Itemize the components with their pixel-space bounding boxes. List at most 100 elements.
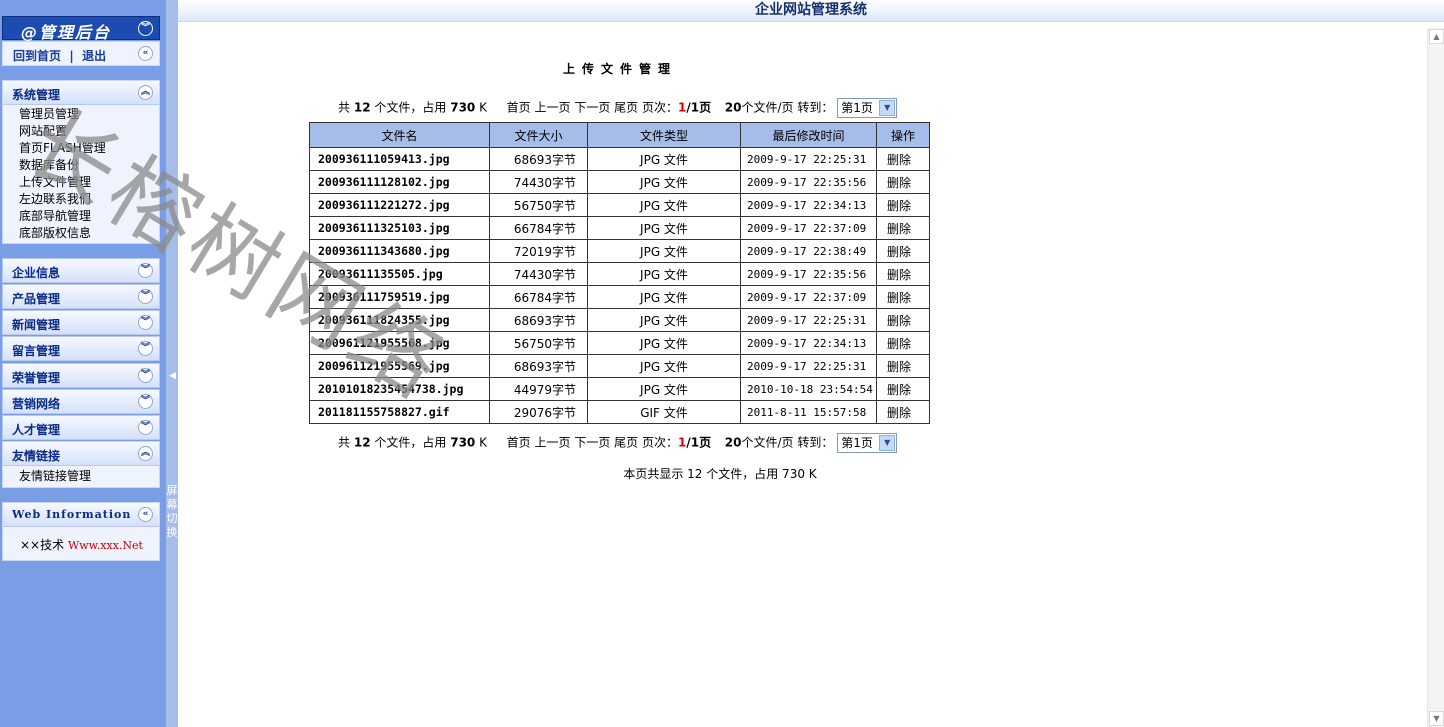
cell-modified: 2011-8-11 15:57:58 bbox=[740, 400, 877, 424]
logout-link[interactable]: 退出 bbox=[82, 49, 106, 63]
sidebar-section-honors[interactable]: 荣誉管理 ︾ bbox=[2, 363, 160, 388]
table-row: 200936111059413.jpg 68693字节 JPG 文件 2009-9-1… bbox=[309, 147, 930, 171]
last-page-link[interactable]: 尾页 bbox=[614, 101, 638, 115]
delete-link[interactable]: 删除 bbox=[876, 239, 930, 263]
first-page-link[interactable]: 首页 bbox=[507, 436, 531, 450]
delete-link[interactable]: 删除 bbox=[876, 308, 930, 332]
screen-switch[interactable]: 屏幕切换 bbox=[166, 484, 178, 540]
delete-link[interactable]: 删除 bbox=[876, 147, 930, 171]
home-link[interactable]: 回到首页 bbox=[13, 49, 61, 63]
sidebar-item-flash[interactable]: 首页FLASH管理 bbox=[3, 140, 159, 157]
section-title: 产品管理 bbox=[12, 292, 61, 306]
double-chevron-left-icon[interactable]: « bbox=[138, 46, 153, 61]
page-title: 上传文件管理 bbox=[562, 62, 677, 76]
brand-title: @管理后台 bbox=[21, 23, 112, 42]
delete-link[interactable]: 删除 bbox=[876, 354, 930, 378]
site-link[interactable]: Www.xxx.Net bbox=[68, 539, 143, 552]
page-summary: 本页共显示 12 个文件，占用 730 K bbox=[623, 467, 817, 481]
cell-filetype: JPG 文件 bbox=[587, 308, 741, 332]
prev-page-link[interactable]: 上一页 bbox=[534, 436, 570, 450]
sidebar-section-talent[interactable]: 人才管理 ︾ bbox=[2, 415, 160, 440]
links-panel-header[interactable]: 友情链接 ︽ bbox=[3, 442, 159, 466]
chevron-down-icon[interactable]: ▼ bbox=[879, 435, 896, 451]
delete-link[interactable]: 删除 bbox=[876, 262, 930, 286]
cell-filename: 200936111221272.jpg bbox=[309, 193, 490, 217]
last-page-link[interactable]: 尾页 bbox=[614, 436, 638, 450]
chevron-down-icon[interactable]: ︾ bbox=[138, 341, 153, 356]
delete-link[interactable]: 删除 bbox=[876, 377, 930, 401]
chevron-down-icon[interactable]: ︾ bbox=[138, 263, 153, 278]
file-count: 12 bbox=[353, 435, 371, 450]
sidebar-item-copyright[interactable]: 底部版权信息 bbox=[3, 225, 159, 242]
sidebar-item-admin[interactable]: 管理员管理 bbox=[3, 106, 159, 123]
sidebar-section-marketing[interactable]: 营销网络 ︾ bbox=[2, 389, 160, 414]
section-title: 新闻管理 bbox=[12, 318, 61, 332]
cell-filesize: 74430字节 bbox=[489, 170, 588, 194]
delete-link[interactable]: 删除 bbox=[876, 193, 930, 217]
page-select[interactable]: 第1页 ▼ bbox=[837, 433, 898, 453]
chevron-down-icon[interactable]: ︾ bbox=[138, 420, 153, 435]
table-row: 200936111128102.jpg 74430字节 JPG 文件 2009-9-1… bbox=[309, 170, 930, 194]
chevron-down-icon[interactable]: ︾ bbox=[138, 289, 153, 304]
file-table: 文件名 文件大小 文件类型 最后修改时间 操作 200936111059413.… bbox=[309, 122, 930, 424]
prev-page-link[interactable]: 上一页 bbox=[534, 101, 570, 115]
col-filesize: 文件大小 bbox=[489, 122, 588, 148]
cell-modified: 2009-9-17 22:25:31 bbox=[740, 354, 877, 378]
pager-text: 个文件，占用 bbox=[374, 100, 447, 115]
cell-modified: 2009-9-17 22:35:56 bbox=[740, 170, 877, 194]
cell-modified: 2010-10-18 23:54:54 bbox=[740, 377, 877, 401]
col-filename: 文件名 bbox=[309, 122, 490, 148]
sidebar-section-messages[interactable]: 留言管理 ︾ bbox=[2, 336, 160, 361]
cell-filetype: JPG 文件 bbox=[587, 285, 741, 309]
delete-link[interactable]: 删除 bbox=[876, 216, 930, 240]
chevron-up-icon[interactable]: ︽ bbox=[138, 446, 153, 461]
cell-modified: 2009-9-17 22:25:31 bbox=[740, 147, 877, 171]
sidebar-item-site-config[interactable]: 网站配置 bbox=[3, 123, 159, 140]
cell-filetype: GIF 文件 bbox=[587, 400, 741, 424]
collapse-icon[interactable]: ︾ bbox=[138, 21, 153, 36]
first-page-link[interactable]: 首页 bbox=[507, 101, 531, 115]
cell-filesize: 56750字节 bbox=[489, 193, 588, 217]
sidebar-item-db-backup[interactable]: 数据库备份 bbox=[3, 157, 159, 174]
section-title: 留言管理 bbox=[12, 344, 61, 358]
chevron-down-icon[interactable]: ︾ bbox=[138, 368, 153, 383]
system-panel-header[interactable]: 系统管理 ︽ bbox=[3, 81, 159, 105]
vertical-scrollbar[interactable]: ▲ ▼ bbox=[1427, 28, 1444, 727]
sidebar-item-friend-links[interactable]: 友情链接管理 bbox=[3, 468, 159, 485]
cell-filename: 200936111759519.jpg bbox=[309, 285, 490, 309]
delete-link[interactable]: 删除 bbox=[876, 170, 930, 194]
delete-link[interactable]: 删除 bbox=[876, 285, 930, 309]
table-row: 20093611135505.jpg 74430字节 JPG 文件 2009-9-17… bbox=[309, 262, 930, 286]
chevron-down-icon[interactable]: ︾ bbox=[138, 315, 153, 330]
sidebar-item-contact[interactable]: 左边联系我们 bbox=[3, 191, 159, 208]
per-page: 20 bbox=[724, 435, 742, 450]
section-title: 人才管理 bbox=[12, 423, 61, 437]
pager-bottom: 共 12 个文件，占用 730 K 首页 上一页 下一页 尾页 页次：1/1页 … bbox=[338, 433, 898, 453]
sidebar-section-products[interactable]: 产品管理 ︾ bbox=[2, 284, 160, 309]
chevron-down-icon[interactable]: ▼ bbox=[879, 100, 896, 116]
collapse-left-arrow-icon[interactable]: ◀ bbox=[169, 371, 176, 381]
next-page-link[interactable]: 下一页 bbox=[574, 436, 610, 450]
chevron-up-icon[interactable]: ︽ bbox=[138, 85, 153, 100]
pager-text: 共 bbox=[338, 100, 351, 115]
delete-link[interactable]: 删除 bbox=[876, 331, 930, 355]
cell-filetype: JPG 文件 bbox=[587, 262, 741, 286]
next-page-link[interactable]: 下一页 bbox=[574, 101, 610, 115]
splitter[interactable]: ◀ 屏幕切换 bbox=[166, 0, 178, 727]
double-chevron-left-icon[interactable]: « bbox=[138, 507, 153, 522]
page-label: 页次： bbox=[642, 435, 679, 450]
cell-filetype: JPG 文件 bbox=[587, 377, 741, 401]
sidebar-section-news[interactable]: 新闻管理 ︾ bbox=[2, 310, 160, 335]
delete-link[interactable]: 删除 bbox=[876, 400, 930, 424]
cell-filesize: 72019字节 bbox=[489, 239, 588, 263]
page-select[interactable]: 第1页 ▼ bbox=[837, 98, 898, 118]
scroll-up-icon[interactable]: ▲ bbox=[1429, 29, 1444, 44]
cell-filesize: 68693字节 bbox=[489, 147, 588, 171]
sidebar-item-upload-files[interactable]: 上传文件管理 bbox=[3, 174, 159, 191]
chevron-down-icon[interactable]: ︾ bbox=[138, 394, 153, 409]
scroll-down-icon[interactable]: ▼ bbox=[1429, 711, 1444, 726]
sidebar-item-bottom-nav[interactable]: 底部导航管理 bbox=[3, 208, 159, 225]
sidebar-section-company[interactable]: 企业信息 ︾ bbox=[2, 258, 160, 283]
per-page-suffix: 个文件/页 bbox=[741, 435, 794, 450]
table-row: 200936111343680.jpg 72019字节 JPG 文件 2009-9-1… bbox=[309, 239, 930, 263]
